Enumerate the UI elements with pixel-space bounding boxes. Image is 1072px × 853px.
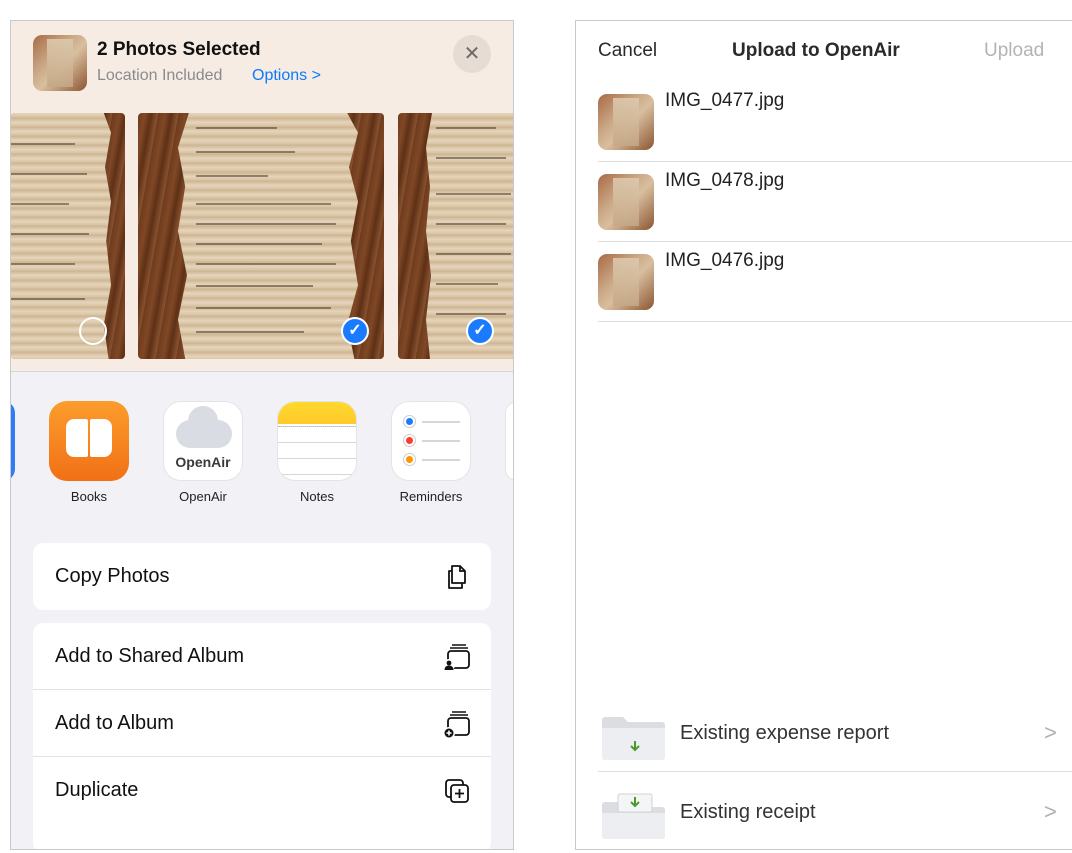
add-to-shared-album-action[interactable]: Add to Shared Album — [33, 623, 491, 690]
app-label: Notes — [300, 489, 334, 504]
options-link[interactable]: Options > — [252, 67, 321, 85]
duplicate-icon — [445, 779, 469, 803]
cancel-button[interactable]: Cancel — [598, 40, 657, 62]
selected-checkmark-icon[interactable]: ✓ — [341, 317, 369, 345]
photo-thumbnail[interactable] — [11, 113, 125, 359]
partial-app-icon[interactable] — [505, 401, 513, 481]
app-openair[interactable]: OpenAir OpenAir — [158, 401, 248, 504]
copy-photos-action[interactable]: Copy Photos — [33, 543, 491, 610]
add-to-album-action[interactable]: Add to Album — [33, 690, 491, 757]
file-name: IMG_0477.jpg — [665, 90, 785, 111]
file-name: IMG_0478.jpg — [665, 170, 785, 191]
location-included-label: Location Included — [97, 67, 223, 84]
file-name: IMG_0476.jpg — [665, 250, 785, 271]
action-label: Duplicate — [55, 779, 139, 801]
file-thumbnail — [598, 94, 654, 150]
app-label: OpenAir — [179, 489, 227, 504]
folder-download-icon — [602, 717, 665, 760]
divider — [11, 371, 513, 372]
action-label: Add to Album — [55, 712, 174, 734]
share-title: 2 Photos Selected — [97, 39, 261, 60]
upload-button[interactable]: Upload — [984, 40, 1044, 62]
app-notes[interactable]: Notes — [272, 401, 362, 504]
copy-icon — [448, 565, 466, 589]
action-label: Add to Shared Album — [55, 645, 245, 667]
books-icon — [49, 401, 129, 481]
file-row[interactable]: IMG_0477.jpg — [598, 82, 1072, 162]
share-header: 2 Photos Selected Location Included Opti… — [11, 21, 513, 107]
app-label: Books — [70, 489, 108, 504]
existing-receipt-row[interactable]: Existing receipt > — [598, 779, 1072, 849]
destination-label: Existing receipt — [680, 801, 816, 823]
photo-thumbnail[interactable]: ✓ — [138, 113, 384, 359]
copy-photos-card: Copy Photos — [33, 543, 491, 610]
shared-album-icon — [443, 644, 470, 671]
existing-expense-report-row[interactable]: Existing expense report > — [598, 700, 1072, 772]
app-label: Reminders — [399, 489, 463, 504]
file-row[interactable]: IMG_0476.jpg — [598, 242, 1072, 322]
chevron-right-icon: > — [1044, 720, 1057, 745]
file-thumbnail — [598, 174, 654, 230]
app-books[interactable]: Books — [44, 401, 134, 504]
selection-circle-icon[interactable] — [79, 317, 107, 345]
openair-logo-text: OpenAir — [175, 454, 231, 470]
openair-icon: OpenAir — [163, 401, 243, 481]
share-sheet: 2 Photos Selected Location Included Opti… — [10, 20, 514, 850]
chevron-right-icon: > — [1044, 799, 1057, 824]
add-album-icon — [443, 711, 470, 739]
destination-label: Existing expense report — [680, 722, 890, 744]
action-label: Copy Photos — [55, 565, 170, 587]
actions-card: Add to Shared Album Add to Album Duplica… — [33, 623, 491, 849]
selected-checkmark-icon[interactable]: ✓ — [466, 317, 494, 345]
photo-thumbnail[interactable]: ✓ — [398, 113, 513, 359]
file-thumbnail — [598, 254, 654, 310]
upload-panel: Cancel Upload to OpenAir Upload IMG_0477… — [575, 20, 1072, 850]
partial-app-icon[interactable] — [11, 401, 15, 481]
file-row[interactable]: IMG_0478.jpg — [598, 162, 1072, 242]
selection-thumbnail — [33, 35, 87, 91]
reminders-icon — [391, 401, 471, 481]
notes-icon — [277, 401, 357, 481]
app-reminders[interactable]: Reminders — [386, 401, 476, 504]
page-title: Upload to OpenAir — [732, 40, 900, 61]
close-button[interactable]: ✕ — [453, 35, 491, 73]
photo-strip: ✓ ✓ — [11, 107, 513, 371]
duplicate-action[interactable]: Duplicate — [33, 757, 491, 824]
folder-download-icon — [602, 793, 665, 839]
